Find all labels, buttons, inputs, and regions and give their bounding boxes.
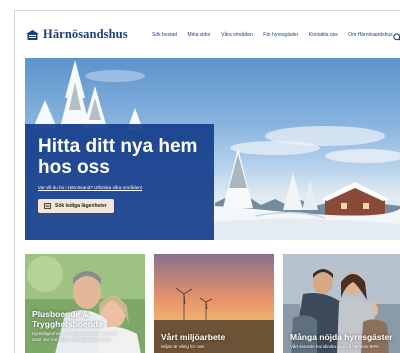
main-nav: Sök bostad Mina sidor Våra områden För h… xyxy=(152,32,400,38)
card-description: Hyreslägenheter för dig som är 55+ och 6… xyxy=(32,331,118,343)
card-title: Många nöjda hyresgäster xyxy=(290,332,393,342)
house-logo-icon xyxy=(26,29,39,40)
card-description-line1: Hyreslägenheter för dig som är 55+ och 6… xyxy=(32,331,118,336)
card-title: Vårt miljöarbete xyxy=(161,332,226,342)
explore-areas-link[interactable]: Var vill du bo i Härnösand? Utforska vår… xyxy=(38,185,202,190)
promo-cards: Plusboende & Trygghetsboende Hyreslägenh… xyxy=(25,254,400,353)
card-title: Plusboende & Trygghetsboende xyxy=(32,309,103,329)
hero-banner: Hitta ditt nya hem hos oss Var vill du b… xyxy=(25,58,400,240)
nav-vara-omraden[interactable]: Våra områden xyxy=(221,32,253,38)
site-logo[interactable]: Härnösandshus xyxy=(26,27,128,42)
hero-title: Hitta ditt nya hem hos oss xyxy=(38,136,202,178)
hero-card: Hitta ditt nya hem hos oss Var vill du b… xyxy=(25,124,214,240)
search-icon[interactable] xyxy=(393,29,400,41)
nav-om-harnosandshus[interactable]: Om Härnösandshus xyxy=(348,32,392,38)
nav-for-hyresgaster[interactable]: För hyresgäster xyxy=(263,32,298,38)
card-nojda-hyresgaster[interactable]: Många nöjda hyresgäster Vårt senaste Kun… xyxy=(283,254,400,353)
nav-mina-sidor[interactable]: Mina sidor xyxy=(188,32,211,38)
card-description-line2: samt inte har några hemmaboende barn. xyxy=(32,336,112,342)
nav-sok-bostad[interactable]: Sök bostad xyxy=(152,32,177,38)
nav-kontakta-oss[interactable]: Kontakta oss xyxy=(309,32,338,38)
card-description: Vårt senaste Kundindex gav på närmare 90… xyxy=(290,344,380,349)
card-miljoarbete[interactable]: Vårt miljöarbete Miljön är viktig för os… xyxy=(154,254,274,353)
browser-viewport: Härnösandshus Sök bostad Mina sidor Våra… xyxy=(14,10,400,353)
card-description: Miljön är viktig för oss! xyxy=(161,344,205,349)
apartment-list-icon xyxy=(44,203,51,209)
card-title-line2: Trygghetsboende xyxy=(32,319,103,329)
card-title-line1: Plusboende & xyxy=(32,309,89,319)
search-apartments-button[interactable]: Sök lediga lägenheter xyxy=(38,199,114,213)
logo-text: Härnösandshus xyxy=(43,27,128,41)
site-header: Härnösandshus Sök bostad Mina sidor Våra… xyxy=(15,11,400,59)
search-apartments-button-label: Sök lediga lägenheter xyxy=(55,203,107,209)
card-plusboende[interactable]: Plusboende & Trygghetsboende Hyreslägenh… xyxy=(25,254,145,353)
hero-title-line2: hos oss xyxy=(38,157,110,178)
hero-title-line1: Hitta ditt nya hem xyxy=(38,136,198,157)
